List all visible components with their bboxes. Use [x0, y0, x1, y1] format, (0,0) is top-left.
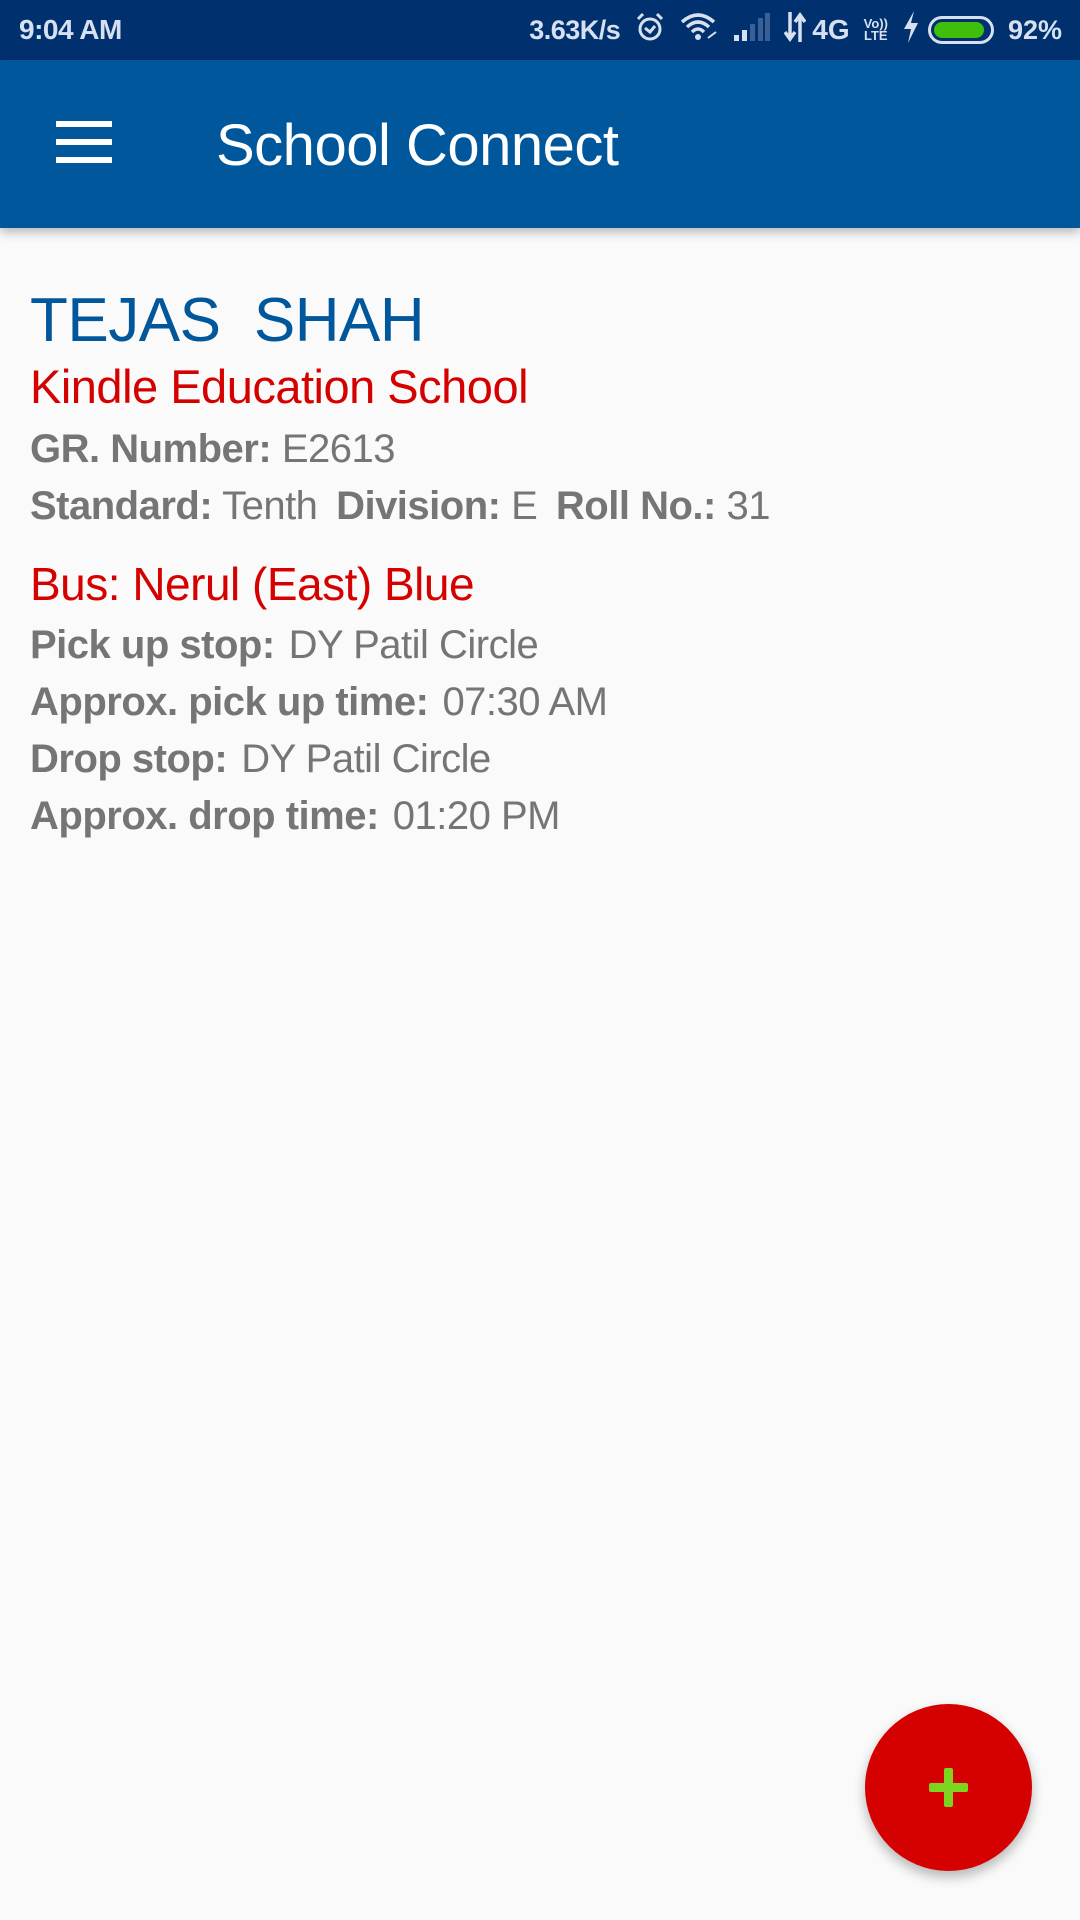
data-arrows-icon — [783, 11, 807, 49]
app-bar: School Connect — [0, 60, 1080, 228]
standard-value: Tenth — [222, 484, 318, 528]
roll-number-value: 31 — [726, 484, 770, 528]
battery-percent: 92% — [1007, 14, 1062, 45]
network-type: 4G — [812, 14, 850, 45]
drop-stop-row: Drop stop: DY Patil Circle — [30, 735, 491, 783]
menu-bar-line — [56, 157, 112, 163]
app-title: School Connect — [216, 113, 619, 178]
pickup-stop-value: DY Patil Circle — [288, 623, 539, 667]
wifi-icon — [680, 12, 720, 49]
drop-stop-value: DY Patil Circle — [241, 737, 491, 781]
add-fab-button[interactable] — [865, 1704, 1032, 1871]
pickup-time-value: 07:30 AM — [442, 680, 608, 724]
alarm-icon — [634, 11, 666, 50]
gr-number-value: E2613 — [281, 427, 396, 471]
gr-number-label: GR. Number: — [30, 427, 272, 471]
division-value: E — [511, 484, 538, 528]
standard-label: Standard: — [30, 484, 213, 528]
status-time: 9:04 AM — [19, 14, 122, 45]
gr-number-row: GR. Number: E2613 — [30, 425, 395, 473]
volte-label-bottom: LTE — [864, 28, 888, 43]
class-info-row: Standard: Tenth Division: E Roll No.: 31 — [30, 482, 778, 530]
bus-title: Bus: Nerul (East) Blue — [30, 558, 475, 610]
signal-icon — [734, 12, 771, 48]
menu-bar-line — [56, 139, 112, 145]
pickup-stop-label: Pick up stop: — [30, 623, 275, 667]
pickup-stop-row: Pick up stop: DY Patil Circle — [30, 621, 539, 669]
school-name: Kindle Education School — [30, 360, 529, 413]
pickup-time-label: Approx. pick up time: — [30, 680, 429, 724]
battery-fill — [933, 22, 984, 38]
drop-time-row: Approx. drop time: 01:20 PM — [30, 792, 561, 840]
status-bar: 9:04 AM 3.63K/s 4G Vo)) LTE 92% — [0, 0, 1080, 60]
division-label: Division: — [336, 484, 501, 528]
hamburger-menu-icon[interactable] — [40, 100, 128, 184]
drop-stop-label: Drop stop: — [30, 737, 228, 781]
drop-time-label: Approx. drop time: — [30, 794, 379, 838]
student-name: TEJAS SHAH — [30, 286, 425, 355]
network-speed: 3.63K/s — [529, 14, 621, 45]
pickup-time-row: Approx. pick up time: 07:30 AM — [30, 678, 608, 726]
menu-bar-line — [56, 121, 112, 127]
battery-icon — [927, 16, 994, 44]
status-icons: 3.63K/s 4G Vo)) LTE 92% — [515, 10, 1062, 50]
roll-number-label: Roll No.: — [555, 484, 716, 528]
volte-icon: Vo)) LTE — [864, 17, 888, 43]
drop-time-value: 01:20 PM — [392, 794, 561, 838]
charging-icon — [902, 10, 920, 50]
